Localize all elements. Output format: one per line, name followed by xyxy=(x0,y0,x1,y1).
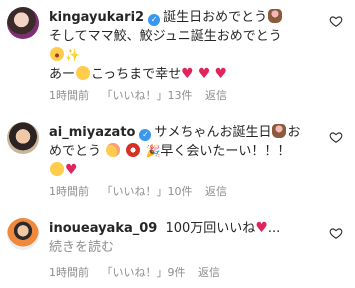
cake-emoji-icon xyxy=(272,124,287,138)
likes-count[interactable]: 「いいね！」13件 xyxy=(102,89,193,102)
comment-text: ai_miyazato ✓ サメちゃんお誕生日お めでとう 🎉早く会いたーい！！！ … xyxy=(49,123,309,180)
reply-button[interactable]: 返信 xyxy=(198,266,220,279)
verified-badge-icon: ✓ xyxy=(148,14,161,26)
grinning-emoji-icon xyxy=(50,47,64,61)
comment-segment: 100万回いいね xyxy=(165,221,256,236)
comment-meta: 1時間前 「いいね！」13件 返信 xyxy=(49,87,236,103)
red-heart-emoji-icon: ♥ xyxy=(181,66,194,82)
badge-emoji-icon xyxy=(126,143,141,157)
red-heart-emoji-icon: ♥ xyxy=(65,162,78,178)
read-more-link[interactable]: 続きを読む xyxy=(49,240,114,255)
avatar[interactable] xyxy=(7,122,39,154)
avatar[interactable] xyxy=(7,218,39,250)
comment-segment: サメちゃんお誕生日 xyxy=(154,125,272,140)
username[interactable]: ai_miyazato xyxy=(49,125,135,140)
comment-segment: 早く会いたーい！！！ xyxy=(160,144,291,159)
comment-meta: 1時間前 「いいね！」10件 返信 xyxy=(49,183,236,199)
heart-outline-icon[interactable] xyxy=(329,130,343,144)
heart-eyes-emoji-icon xyxy=(76,66,91,80)
username[interactable]: inoueayaka_09 xyxy=(49,221,157,236)
reply-button[interactable]: 返信 xyxy=(205,185,227,198)
red-heart-emoji-icon: ♥ xyxy=(255,220,268,236)
verified-badge-icon: ✓ xyxy=(139,129,152,141)
timestamp: 1時間前 xyxy=(49,266,89,279)
comment-segment: 誕生日おめでとう xyxy=(163,10,268,25)
comment-segment: そしてママ鮫、鮫ジュニ誕生おめでとう xyxy=(49,29,282,44)
cake-emoji-icon xyxy=(268,9,283,23)
likes-count[interactable]: 「いいね！」10件 xyxy=(102,185,193,198)
red-heart-emoji-icon: ♥ xyxy=(197,66,211,82)
avatar[interactable] xyxy=(7,7,39,39)
comment-text: kingayukari2 ✓ 誕生日おめでとう そしてママ鮫、鮫ジュニ誕生おめでとう… xyxy=(49,8,309,84)
comment-segment: お xyxy=(287,125,301,140)
heart-eyes-emoji-icon xyxy=(50,162,64,176)
sparkles-emoji-icon: ✨ xyxy=(65,48,80,62)
comment-segment: こっちまで幸せ xyxy=(91,67,182,82)
comment-segment: あー xyxy=(49,67,76,82)
comment-meta: 1時間前 「いいね！」9件 返信 xyxy=(49,264,229,280)
smiling-emoji-icon xyxy=(106,143,121,157)
heart-outline-icon[interactable] xyxy=(329,14,343,28)
comment-segment: ... xyxy=(267,221,281,236)
party-popper-emoji-icon: 🎉 xyxy=(145,144,161,158)
timestamp: 1時間前 xyxy=(49,185,89,198)
heart-outline-icon[interactable] xyxy=(329,226,343,240)
timestamp: 1時間前 xyxy=(49,89,89,102)
reply-button[interactable]: 返信 xyxy=(205,89,227,102)
comment-segment: めでとう xyxy=(49,144,102,159)
username[interactable]: kingayukari2 xyxy=(49,10,144,25)
red-heart-emoji-icon: ♥ xyxy=(214,66,228,82)
likes-count[interactable]: 「いいね！」9件 xyxy=(102,266,186,279)
comment-text: inoueayaka_09 100万回いいね♥... 続きを読む xyxy=(49,219,309,257)
